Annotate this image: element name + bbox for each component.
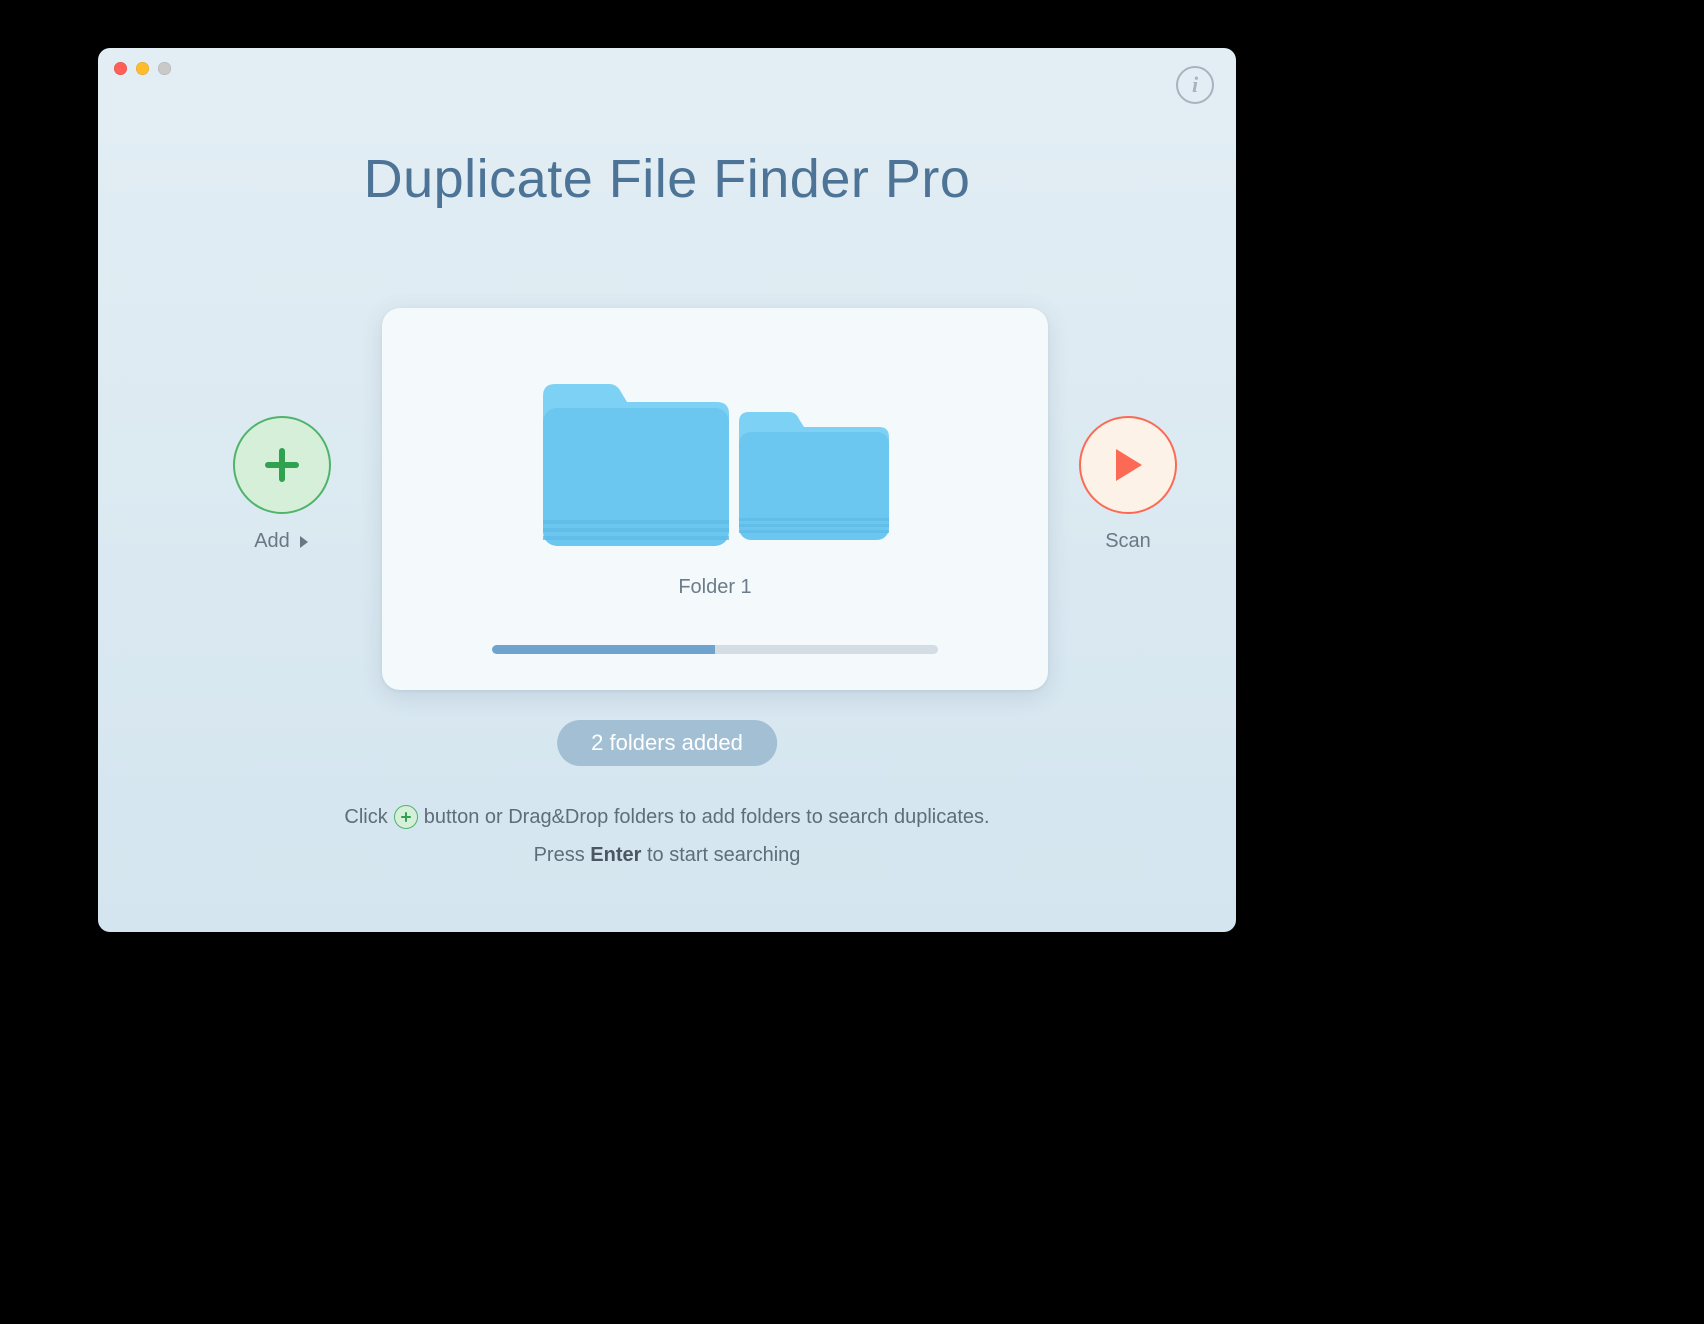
- folder-icon: [531, 374, 741, 552]
- help-line-1: Click button or Drag&Drop folders to add…: [98, 798, 1236, 836]
- help-line-2: Press Enter to start searching: [98, 836, 1236, 874]
- help-text-segment: button or Drag&Drop folders to add folde…: [424, 798, 990, 836]
- help-text-segment: to start searching: [647, 844, 800, 866]
- drop-zone-card[interactable]: Folder 1: [382, 308, 1048, 690]
- info-icon: i: [1192, 72, 1198, 98]
- app-window: i Duplicate File Finder Pro Add Scan: [98, 48, 1236, 932]
- minimize-icon[interactable]: [136, 62, 149, 75]
- maximize-icon[interactable]: [158, 62, 171, 75]
- scan-button[interactable]: [1079, 416, 1177, 514]
- help-text: Click button or Drag&Drop folders to add…: [98, 798, 1236, 874]
- folders-illustration: [382, 374, 1048, 552]
- play-icon: [1110, 445, 1146, 485]
- help-text-segment: Click: [344, 798, 387, 836]
- chevron-right-icon: [298, 535, 310, 549]
- add-label-text: Add: [254, 530, 290, 553]
- traffic-lights: [114, 62, 171, 75]
- app-title: Duplicate File Finder Pro: [98, 148, 1236, 210]
- scan-group: Scan: [1072, 416, 1184, 553]
- plus-icon: [394, 805, 418, 829]
- progress-bar: [492, 645, 938, 654]
- folder-label: Folder 1: [382, 576, 1048, 599]
- help-text-strong: Enter: [590, 844, 641, 866]
- progress-fill: [492, 645, 715, 654]
- plus-icon: [261, 444, 303, 486]
- add-button[interactable]: [233, 416, 331, 514]
- titlebar[interactable]: [98, 48, 1236, 88]
- status-pill: 2 folders added: [557, 720, 777, 766]
- close-icon[interactable]: [114, 62, 127, 75]
- scan-label: Scan: [1072, 530, 1184, 553]
- info-button[interactable]: i: [1176, 66, 1214, 104]
- add-group: Add: [226, 416, 338, 553]
- folder-icon: [729, 404, 899, 546]
- help-text-segment: Press: [534, 844, 585, 866]
- add-label[interactable]: Add: [226, 530, 338, 553]
